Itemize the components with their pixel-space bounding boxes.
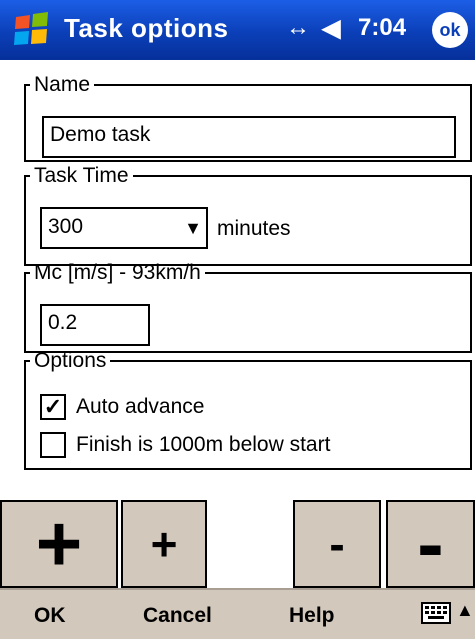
finish-below-checkbox[interactable]	[40, 432, 66, 458]
chevron-down-icon[interactable]: ▼	[184, 218, 202, 239]
window-title: Task options	[64, 13, 229, 43]
ok-close-button[interactable]: ok	[432, 12, 468, 48]
help-menu-button[interactable]: Help	[289, 604, 335, 628]
task-time-value: 300	[48, 215, 84, 238]
task-time-unit: minutes	[217, 217, 291, 240]
decrease-small-button[interactable]: -	[293, 500, 381, 588]
menu-bar: OK Cancel Help ▲	[0, 588, 475, 639]
finish-below-label: Finish is 1000m below start	[76, 433, 331, 456]
mc-input[interactable]: 0.2	[40, 304, 150, 346]
task-time-dropdown[interactable]: 300 ▼	[40, 207, 208, 249]
options-legend: Options	[34, 349, 107, 372]
volume-icon[interactable]: ◀	[322, 14, 340, 43]
network-icon[interactable]: ↔	[286, 14, 310, 42]
auto-advance-checkbox[interactable]: ✓	[40, 394, 66, 420]
name-group: Name Demo task	[24, 74, 472, 162]
name-legend: Name	[34, 73, 91, 96]
ok-menu-button[interactable]: OK	[34, 604, 66, 628]
decrease-large-button[interactable]: -	[386, 499, 475, 588]
options-group: Options ✓ Auto advance Finish is 1000m b…	[24, 350, 472, 470]
title-bar: Task options ↔ ◀ 7:04 ok	[0, 0, 475, 60]
increase-large-button[interactable]: +	[0, 499, 118, 588]
finish-below-option[interactable]: Finish is 1000m below start	[40, 428, 330, 462]
windows-start-icon[interactable]	[10, 9, 54, 51]
auto-advance-label: Auto advance	[76, 395, 205, 418]
increase-small-button[interactable]: +	[121, 500, 207, 588]
task-time-group: Task Time 300 ▼ minutes	[24, 165, 472, 266]
clock[interactable]: 7:04	[358, 14, 406, 42]
mc-group: Mc [m/s] - 93km/h 0.2	[24, 262, 472, 353]
task-time-legend: Task Time	[34, 164, 129, 187]
auto-advance-option[interactable]: ✓ Auto advance	[40, 390, 204, 424]
cancel-menu-button[interactable]: Cancel	[143, 604, 212, 628]
keyboard-icon[interactable]	[421, 602, 451, 624]
mc-legend: Mc [m/s] - 93km/h	[34, 261, 201, 284]
task-name-input[interactable]: Demo task	[42, 116, 456, 158]
sip-arrow-icon[interactable]: ▲	[456, 600, 474, 621]
